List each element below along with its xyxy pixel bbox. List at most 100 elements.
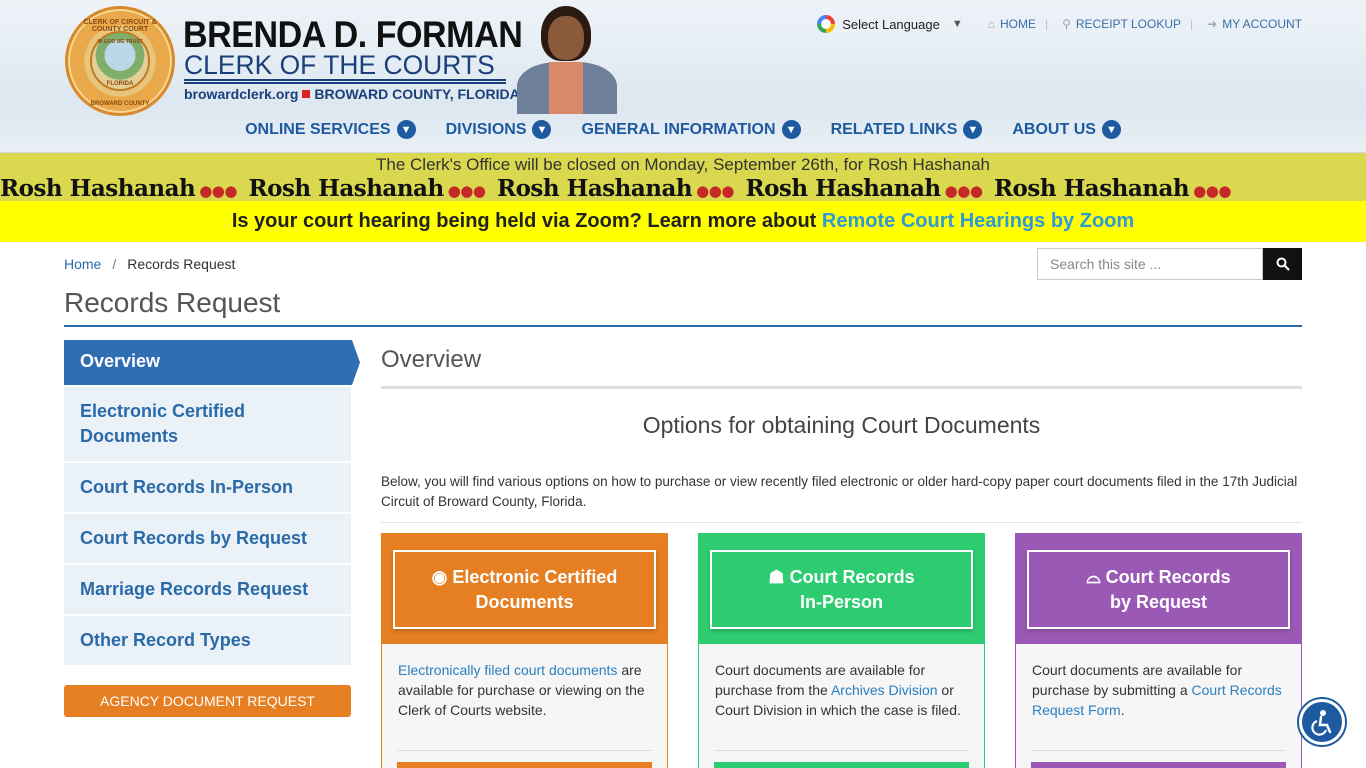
apple-icon: ●●● xyxy=(944,182,983,200)
user-icon: ☗ xyxy=(768,566,785,587)
chevron-down-icon: ▼ xyxy=(781,120,801,139)
card-by-request: ⌓ Court Records by Request Court documen… xyxy=(1015,533,1302,768)
card-footer-button[interactable] xyxy=(397,762,652,768)
card-header: ◉ Electronic Certified Documents xyxy=(382,534,667,644)
dropdown-caret-icon: ▼ xyxy=(951,18,963,30)
card-title-button[interactable]: ◉ Electronic Certified Documents xyxy=(393,550,656,629)
sidebar-item-other-records[interactable]: Other Record Types xyxy=(64,616,351,665)
card-divider xyxy=(714,750,969,751)
sign-in-icon: ➜ xyxy=(1207,17,1218,31)
site-search xyxy=(1037,248,1302,280)
card-title-text: Court Records xyxy=(1105,566,1231,587)
nav-online-services[interactable]: ONLINE SERVICES ▼ xyxy=(245,120,416,139)
seal-state: FLORIDA xyxy=(106,81,134,87)
marquee-text: Rosh Hashanah xyxy=(993,176,1190,201)
nav-label: ONLINE SERVICES xyxy=(245,120,391,138)
nav-label: DIVISIONS xyxy=(445,120,527,138)
nav-label: RELATED LINKS xyxy=(830,120,958,138)
card-title-button[interactable]: ☗ Court Records In-Person xyxy=(710,550,973,629)
card-body-text: . xyxy=(1120,702,1125,718)
sidebar-nav: Overview Electronic Certified Documents … xyxy=(64,340,360,667)
holiday-marquee: Rosh Hashanah ●●● Rosh Hashanah ●●● Rosh H… xyxy=(0,176,1366,201)
section-title: Overview xyxy=(381,346,482,373)
brand-divider xyxy=(184,79,506,84)
marquee-text: Rosh Hashanah xyxy=(496,176,693,201)
site-header: CLERK OF CIRCUIT & COUNTY COURT IN GOD W… xyxy=(0,0,1366,153)
archives-division-link[interactable]: Archives Division xyxy=(831,682,938,698)
nav-label: GENERAL INFORMATION xyxy=(581,120,776,138)
card-header: ☗ Court Records In-Person xyxy=(699,534,984,644)
receipt-lookup-link[interactable]: ⚲ RECEIPT LOOKUP xyxy=(1062,17,1181,31)
nav-separator: | xyxy=(1044,17,1049,31)
accessibility-button[interactable] xyxy=(1299,699,1345,745)
nav-divisions[interactable]: DIVISIONS ▼ xyxy=(446,120,552,139)
card-footer-button[interactable] xyxy=(714,762,969,768)
section-divider xyxy=(381,386,1302,389)
electronic-documents-link[interactable]: Electronically filed court documents xyxy=(398,662,617,678)
sidebar-item-electronic-certified[interactable]: Electronic Certified Documents xyxy=(64,387,351,461)
apple-icon: ●●● xyxy=(696,182,734,200)
zoom-notice: Is your court hearing being held via Zoo… xyxy=(0,201,1366,242)
card-electronic-certified: ◉ Electronic Certified Documents Electro… xyxy=(381,533,668,768)
card-divider xyxy=(1031,750,1286,751)
chevron-down-icon: ▼ xyxy=(963,120,983,139)
language-selector[interactable]: Select Language ▼ xyxy=(817,15,974,33)
sidebar-item-overview[interactable]: Overview xyxy=(64,340,360,385)
home-link[interactable]: ⌂ HOME xyxy=(988,17,1036,31)
apple-icon: ●●● xyxy=(1193,182,1231,200)
agency-document-request-button[interactable]: AGENCY DOCUMENT REQUEST xyxy=(64,685,351,717)
card-title-button[interactable]: ⌓ Court Records by Request xyxy=(1027,550,1290,629)
search-input[interactable] xyxy=(1037,248,1263,280)
sidebar-item-marriage-records[interactable]: Marriage Records Request xyxy=(64,565,351,614)
card-divider xyxy=(397,750,652,751)
options-heading: Options for obtaining Court Documents xyxy=(642,412,1041,438)
county-label: BROWARD COUNTY, FLORIDA xyxy=(314,86,520,102)
card-title-line2: In-Person xyxy=(799,591,883,612)
my-account-link[interactable]: ➜ MY ACCOUNT xyxy=(1207,17,1302,31)
nav-related-links[interactable]: RELATED LINKS ▼ xyxy=(831,120,983,139)
closure-notice: The Clerk's Office will be closed on Mon… xyxy=(0,153,1366,176)
card-title-text: Electronic Certified xyxy=(452,566,618,587)
card-body: Court documents are available for purcha… xyxy=(1016,644,1301,720)
nav-about-us[interactable]: ABOUT US ▼ xyxy=(1012,120,1121,139)
clerk-portrait xyxy=(511,6,623,114)
google-icon xyxy=(817,15,836,33)
zoom-notice-text: Is your court hearing being held via Zoo… xyxy=(231,210,817,232)
card-title-line2: by Request xyxy=(1109,591,1208,612)
breadcrumb-separator: / xyxy=(112,256,117,272)
card-body: Electronically filed court documents are… xyxy=(382,644,667,720)
chevron-down-icon: ▼ xyxy=(396,120,416,139)
chevron-down-icon: ▼ xyxy=(532,120,552,139)
breadcrumb-home-link[interactable]: Home xyxy=(64,256,101,272)
sidebar-item-by-request[interactable]: Court Records by Request xyxy=(64,514,351,563)
card-footer-button[interactable] xyxy=(1031,762,1286,768)
search-button[interactable] xyxy=(1263,248,1302,280)
globe-icon: ◉ xyxy=(431,566,448,587)
card-title-line: ◉ Electronic Certified xyxy=(432,565,618,590)
language-label: Select Language xyxy=(842,16,940,32)
house-icon: ⌂ xyxy=(987,17,995,31)
card-title-text: Court Records xyxy=(789,566,915,587)
sidebar-item-in-person[interactable]: Court Records In-Person xyxy=(64,463,351,512)
marquee-text: Rosh Hashanah xyxy=(0,176,196,201)
apple-icon: ●●● xyxy=(199,182,237,200)
main-nav: ONLINE SERVICES ▼ DIVISIONS ▼ GENERAL INFO… xyxy=(0,120,1366,139)
clerk-title[interactable]: CLERK OF THE COURTS xyxy=(184,50,495,81)
site-url: browardclerk.org xyxy=(184,86,299,102)
breadcrumb-current: Records Request xyxy=(127,256,236,272)
home-link-label: HOME xyxy=(999,17,1036,31)
accessibility-icon xyxy=(1311,710,1332,736)
clerk-seal-logo[interactable]: CLERK OF CIRCUIT & COUNTY COURT IN GOD W… xyxy=(65,6,175,116)
page-title: Records Request xyxy=(64,287,281,318)
description-divider xyxy=(381,522,1302,523)
utility-nav: Select Language ▼ ⌂ HOME | ⚲ RECEIPT LOO… xyxy=(817,15,1302,33)
chevron-down-icon: ▼ xyxy=(1101,120,1121,139)
nav-label: ABOUT US xyxy=(1012,120,1096,138)
nav-general-information[interactable]: GENERAL INFORMATION ▼ xyxy=(581,120,801,139)
card-header: ⌓ Court Records by Request xyxy=(1016,534,1301,644)
brand-url-line: browardclerk.org BROWARD COUNTY, FLORIDA xyxy=(184,86,520,102)
red-square-icon xyxy=(302,90,311,98)
nav-separator: | xyxy=(1190,17,1194,31)
card-title-line: ☗ Court Records xyxy=(768,565,914,590)
zoom-hearings-link[interactable]: Remote Court Hearings by Zoom xyxy=(822,210,1134,232)
